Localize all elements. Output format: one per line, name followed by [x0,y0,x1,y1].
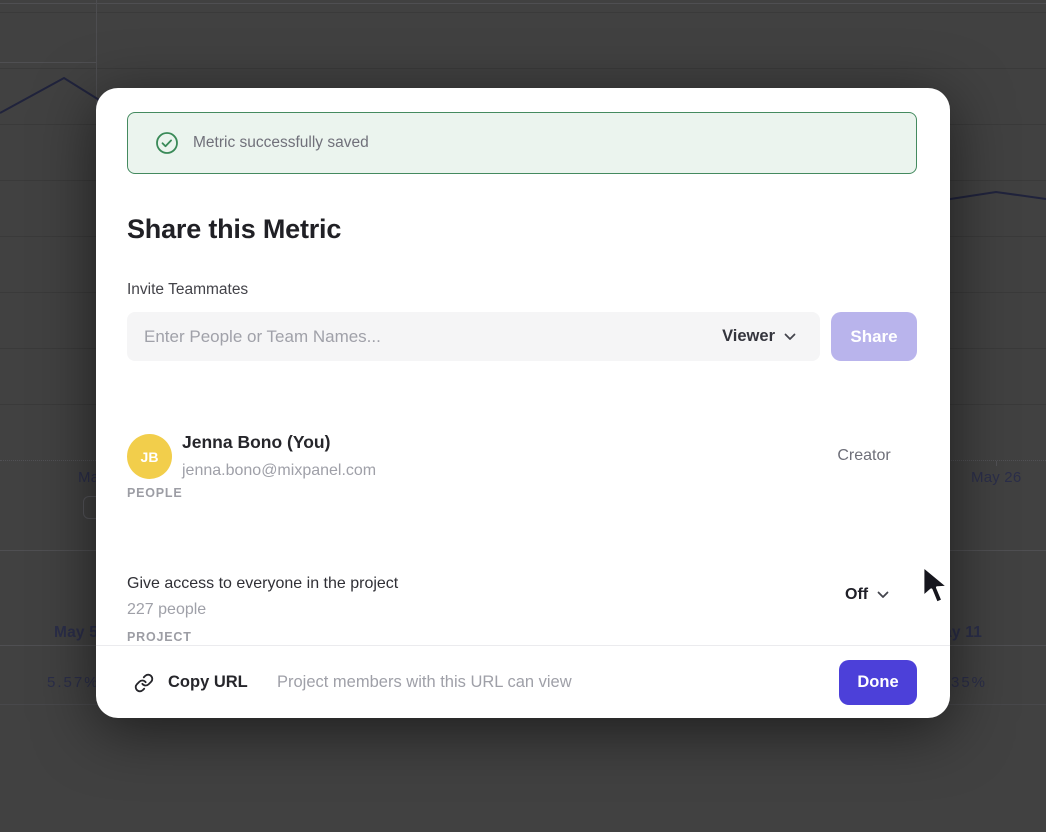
link-icon [134,673,154,693]
people-section-label: PEOPLE [127,486,183,500]
invite-input-container: Viewer [127,312,820,361]
chevron-down-icon [784,333,796,341]
person-email: jenna.bono@mixpanel.com [182,462,376,480]
copy-url-button[interactable]: Copy URL [134,646,248,719]
success-toast: Metric successfully saved [127,112,917,174]
check-circle-icon [155,131,179,155]
done-button[interactable]: Done [839,660,917,705]
person-role-label: Creator [833,447,895,465]
x-axis-label: May 26 [971,469,1021,486]
toast-message: Metric successfully saved [193,134,369,152]
table-value-right: 35% [951,674,987,691]
modal-title: Share this Metric [127,214,341,245]
project-access-dropdown-value: Off [845,586,868,604]
person-name: Jenna Bono (You) [182,432,330,453]
avatar: JB [127,434,172,479]
share-metric-modal: Metric successfully saved Share this Met… [96,88,950,718]
invite-teammates-label: Invite Teammates [127,281,248,299]
project-section-label: PROJECT [127,630,192,644]
role-dropdown[interactable]: Viewer [714,327,820,346]
url-permission-hint: Project members with this URL can view [277,646,572,719]
role-dropdown-value: Viewer [722,327,775,346]
modal-footer: Copy URL Project members with this URL c… [96,645,950,718]
project-access-count: 227 people [127,601,206,619]
chevron-down-icon [877,591,889,599]
project-access-title: Give access to everyone in the project [127,575,398,593]
project-access-dropdown[interactable]: Off [845,586,889,604]
share-button[interactable]: Share [831,312,917,361]
screen: Ma May 26 1 May 5 May 11 5.57% 35% Metri… [0,0,1046,832]
invite-people-input[interactable] [127,327,714,347]
table-header-may5: May 5 [54,624,98,642]
copy-url-label: Copy URL [168,673,248,692]
table-value-left: 5.57% [47,674,100,691]
